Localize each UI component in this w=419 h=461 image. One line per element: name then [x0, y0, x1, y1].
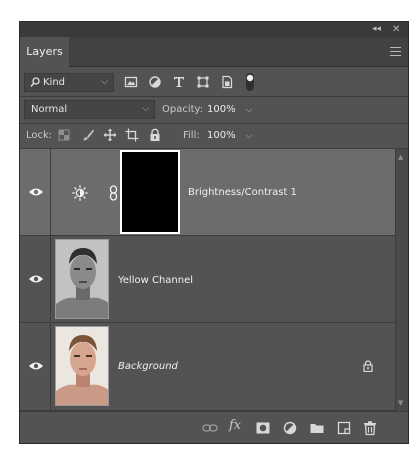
- lock-row: Lock: Fill: 100% ⌵: [20, 124, 408, 149]
- eye-icon: [29, 188, 43, 196]
- chevron-down-icon: ⌵: [245, 105, 253, 115]
- layers-panel: ◂◂ ✕ Layers Kind ⌵ Normal ⌵ Opacity: 100…: [19, 21, 409, 444]
- layer-row-brightness-contrast[interactable]: Brightness/Contrast 1: [20, 149, 395, 236]
- layer-name[interactable]: Background: [118, 360, 178, 374]
- layer-thumbnail[interactable]: [55, 239, 109, 319]
- bottom-toolbar: fx: [20, 411, 408, 443]
- chevron-down-icon: ⌵: [142, 104, 149, 114]
- layer-thumbnail[interactable]: [55, 326, 109, 406]
- layer-row-yellow-channel[interactable]: Yellow Channel: [20, 236, 395, 323]
- eye-icon: [29, 275, 43, 283]
- visibility-toggle[interactable]: [20, 149, 51, 235]
- link-layers-icon[interactable]: [202, 420, 218, 436]
- fill-value: 100%: [207, 130, 236, 141]
- fx-icon[interactable]: fx: [229, 418, 241, 433]
- lock-image-icon[interactable]: [81, 128, 95, 142]
- kind-label: Kind: [43, 77, 66, 88]
- opacity-label: Opacity:: [162, 104, 204, 115]
- tab-bar: Layers: [20, 37, 408, 67]
- new-adjustment-icon[interactable]: [282, 420, 298, 436]
- image-filter-icon[interactable]: [124, 75, 138, 89]
- brightness-contrast-icon: [72, 185, 88, 201]
- scroll-down-icon[interactable]: ▼: [398, 399, 403, 407]
- type-filter-icon[interactable]: [172, 75, 186, 89]
- mask-icon[interactable]: [255, 420, 271, 436]
- kind-select[interactable]: Kind ⌵: [24, 73, 114, 92]
- lock-artboard-icon[interactable]: [125, 128, 139, 142]
- lock-transparent-icon[interactable]: [58, 129, 70, 141]
- close-icon[interactable]: ✕: [392, 22, 400, 37]
- lock-all-icon[interactable]: [148, 128, 162, 142]
- mask-selection-corner: [120, 150, 128, 158]
- portrait-grayscale-image: [56, 240, 108, 318]
- lock-label: Lock:: [26, 130, 53, 141]
- blend-mode-select[interactable]: Normal ⌵: [24, 100, 155, 119]
- fill-label: Fill:: [183, 130, 200, 141]
- shape-filter-icon[interactable]: [196, 75, 210, 89]
- blend-row: Normal ⌵ Opacity: 100% ⌵: [20, 97, 408, 123]
- layer-name[interactable]: Yellow Channel: [118, 274, 193, 288]
- visibility-toggle[interactable]: [20, 323, 51, 410]
- adjustment-filter-icon[interactable]: [148, 75, 162, 89]
- search-icon: [30, 77, 40, 87]
- opacity-field[interactable]: 100% ⌵: [207, 100, 252, 120]
- eye-icon: [29, 362, 43, 370]
- lock-icon: [363, 360, 373, 372]
- chevron-down-icon: ⌵: [101, 77, 108, 87]
- lock-position-icon[interactable]: [103, 128, 117, 142]
- panel-titlebar: ◂◂ ✕: [20, 22, 408, 37]
- opacity-value: 100%: [207, 104, 236, 115]
- smart-object-filter-icon[interactable]: [220, 75, 234, 89]
- filter-toggle-icon[interactable]: [245, 72, 255, 92]
- filter-row: Kind ⌵: [20, 68, 408, 96]
- portrait-color-image: [56, 327, 108, 405]
- layers-list: Brightness/Contrast 1 Yellow Channel Bac…: [20, 149, 395, 411]
- panel-menu-icon[interactable]: [390, 47, 401, 56]
- layer-name[interactable]: Brightness/Contrast 1: [188, 186, 297, 200]
- collapse-icon[interactable]: ◂◂: [372, 22, 381, 37]
- new-layer-icon[interactable]: [336, 420, 352, 436]
- new-group-icon[interactable]: [309, 420, 325, 436]
- visibility-toggle[interactable]: [20, 236, 51, 322]
- mask-link-icon[interactable]: [109, 185, 118, 201]
- fill-field[interactable]: 100% ⌵: [207, 126, 252, 146]
- layer-row-background[interactable]: Background: [20, 323, 395, 411]
- tab-layers[interactable]: Layers: [20, 37, 69, 67]
- scroll-up-icon[interactable]: ▲: [398, 153, 403, 161]
- blend-mode-value: Normal: [31, 104, 68, 115]
- delete-icon[interactable]: [362, 420, 378, 436]
- layers-scrollbar[interactable]: ▲ ▼: [395, 149, 408, 411]
- chevron-down-icon: ⌵: [245, 131, 253, 141]
- layer-mask-thumbnail[interactable]: [120, 150, 180, 234]
